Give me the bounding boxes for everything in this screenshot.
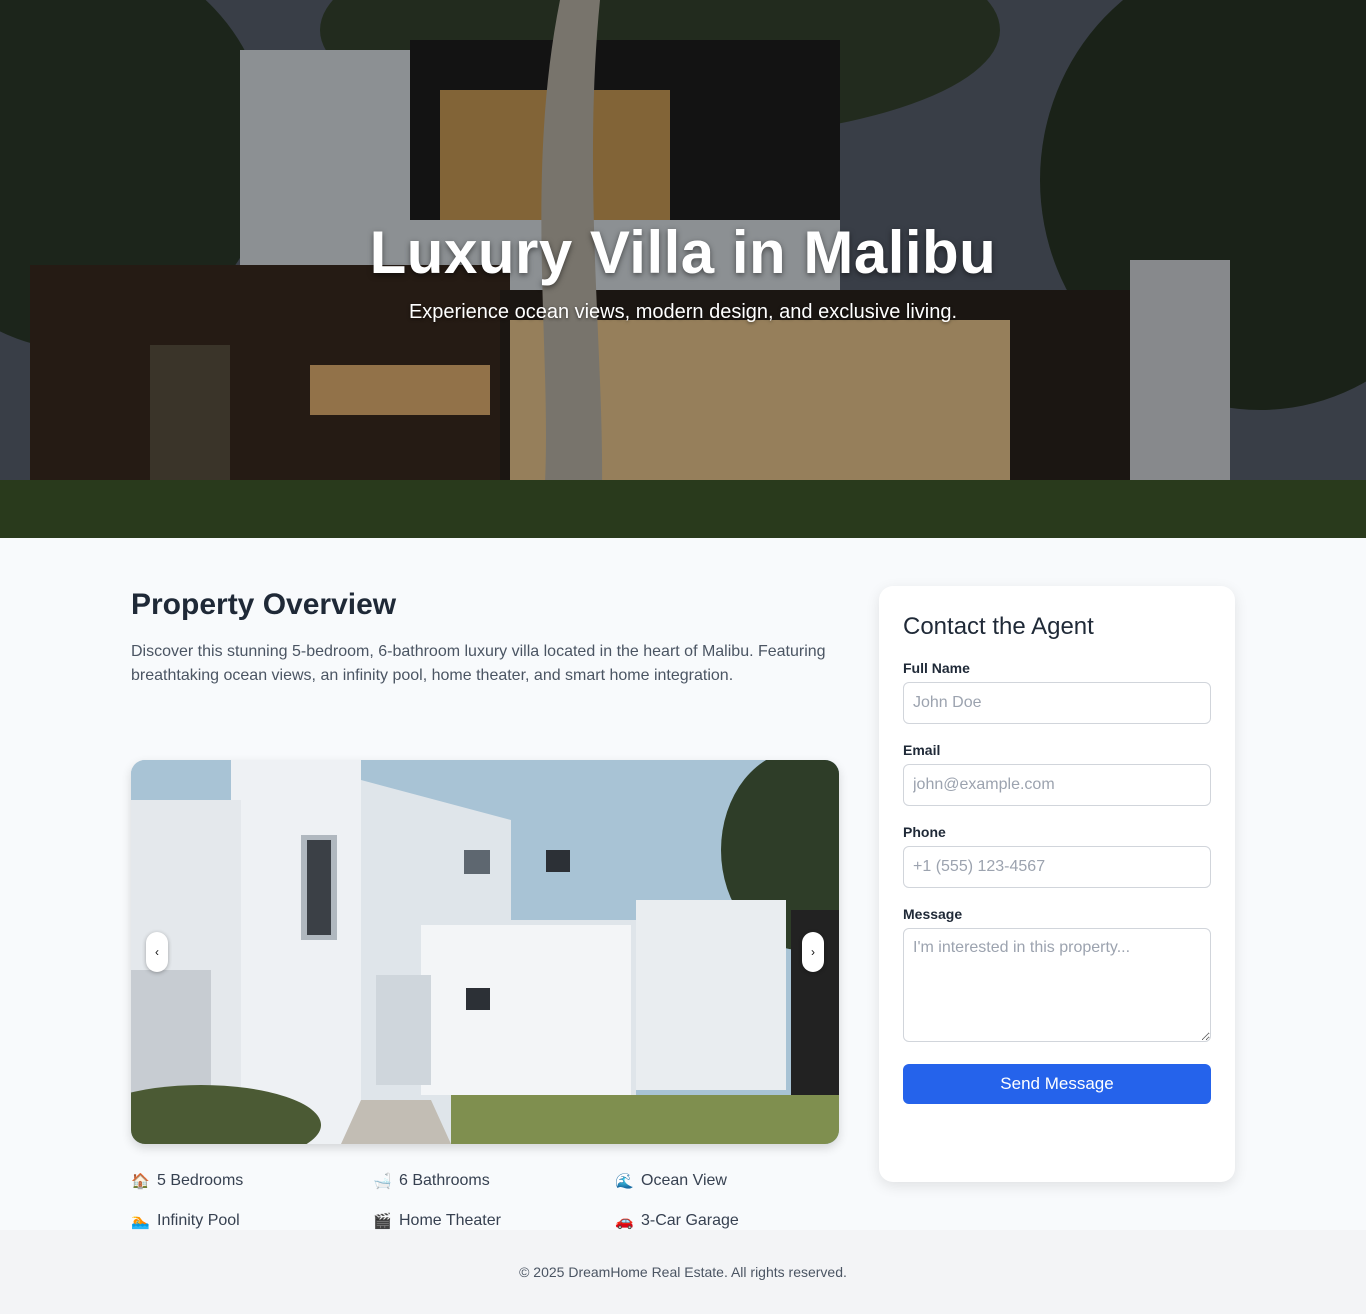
email-field-group: Email [903, 742, 1211, 806]
feature-label: 5 Bedrooms [157, 1172, 244, 1189]
phone-label: Phone [903, 824, 946, 840]
wave-icon: 🌊 [615, 1173, 634, 1190]
hero-title: Luxury Villa in Malibu [369, 219, 997, 286]
feature-item: 🏊 Infinity Pool [131, 1210, 373, 1232]
overview-description: Discover this stunning 5-bedroom, 6-bath… [131, 643, 826, 684]
feature-item: 🎬 Home Theater [373, 1210, 615, 1232]
message-textarea[interactable] [903, 928, 1211, 1042]
feature-label: Ocean View [641, 1172, 727, 1189]
carousel-prev-button[interactable]: ‹ [146, 932, 168, 972]
contact-title: Contact the Agent [903, 613, 1094, 640]
bathtub-icon: 🛁 [373, 1173, 392, 1190]
feature-label: Infinity Pool [157, 1212, 240, 1229]
main-content: Property Overview Discover this stunning… [0, 538, 1366, 1230]
clapper-icon: 🎬 [373, 1213, 392, 1230]
name-field-group: Full Name [903, 660, 1211, 724]
car-icon: 🚗 [615, 1213, 634, 1230]
phone-field-group: Phone [903, 824, 1211, 888]
footer: © 2025 DreamHome Real Estate. All rights… [0, 1230, 1366, 1314]
copyright-text: © 2025 DreamHome Real Estate. All rights… [519, 1264, 847, 1280]
feature-list: 🏠 5 Bedrooms 🛁 6 Bathrooms 🌊 Ocean View … [131, 1170, 839, 1232]
feature-label: Home Theater [399, 1212, 501, 1229]
hero-banner: Luxury Villa in Malibu Experience ocean … [0, 0, 1366, 538]
message-field-group: Message [903, 906, 1211, 1042]
contact-card: Contact the Agent Full Name Email Phone … [879, 586, 1235, 1182]
name-label: Full Name [903, 660, 970, 676]
feature-item: 🏠 5 Bedrooms [131, 1170, 373, 1192]
carousel-house-image [131, 760, 839, 1144]
feature-item: 🚗 3-Car Garage [615, 1210, 839, 1232]
pool-icon: 🏊 [131, 1213, 150, 1230]
feature-item: 🌊 Ocean View [615, 1170, 839, 1192]
hero-subtitle: Experience ocean views, modern design, a… [408, 301, 958, 323]
message-label: Message [903, 906, 963, 922]
email-label: Email [903, 742, 941, 758]
feature-label: 6 Bathrooms [399, 1172, 490, 1189]
image-carousel: ‹ › [131, 760, 839, 1144]
overview-section: Property Overview Discover this stunning… [131, 588, 839, 1230]
email-input[interactable] [903, 764, 1211, 806]
phone-input[interactable] [903, 846, 1211, 888]
name-input[interactable] [903, 682, 1211, 724]
overview-title: Property Overview [131, 588, 397, 621]
carousel-next-button[interactable]: › [802, 932, 824, 972]
feature-label: 3-Car Garage [641, 1212, 739, 1229]
feature-item: 🛁 6 Bathrooms [373, 1170, 615, 1192]
send-message-button[interactable]: Send Message [903, 1064, 1211, 1104]
house-icon: 🏠 [131, 1173, 150, 1190]
